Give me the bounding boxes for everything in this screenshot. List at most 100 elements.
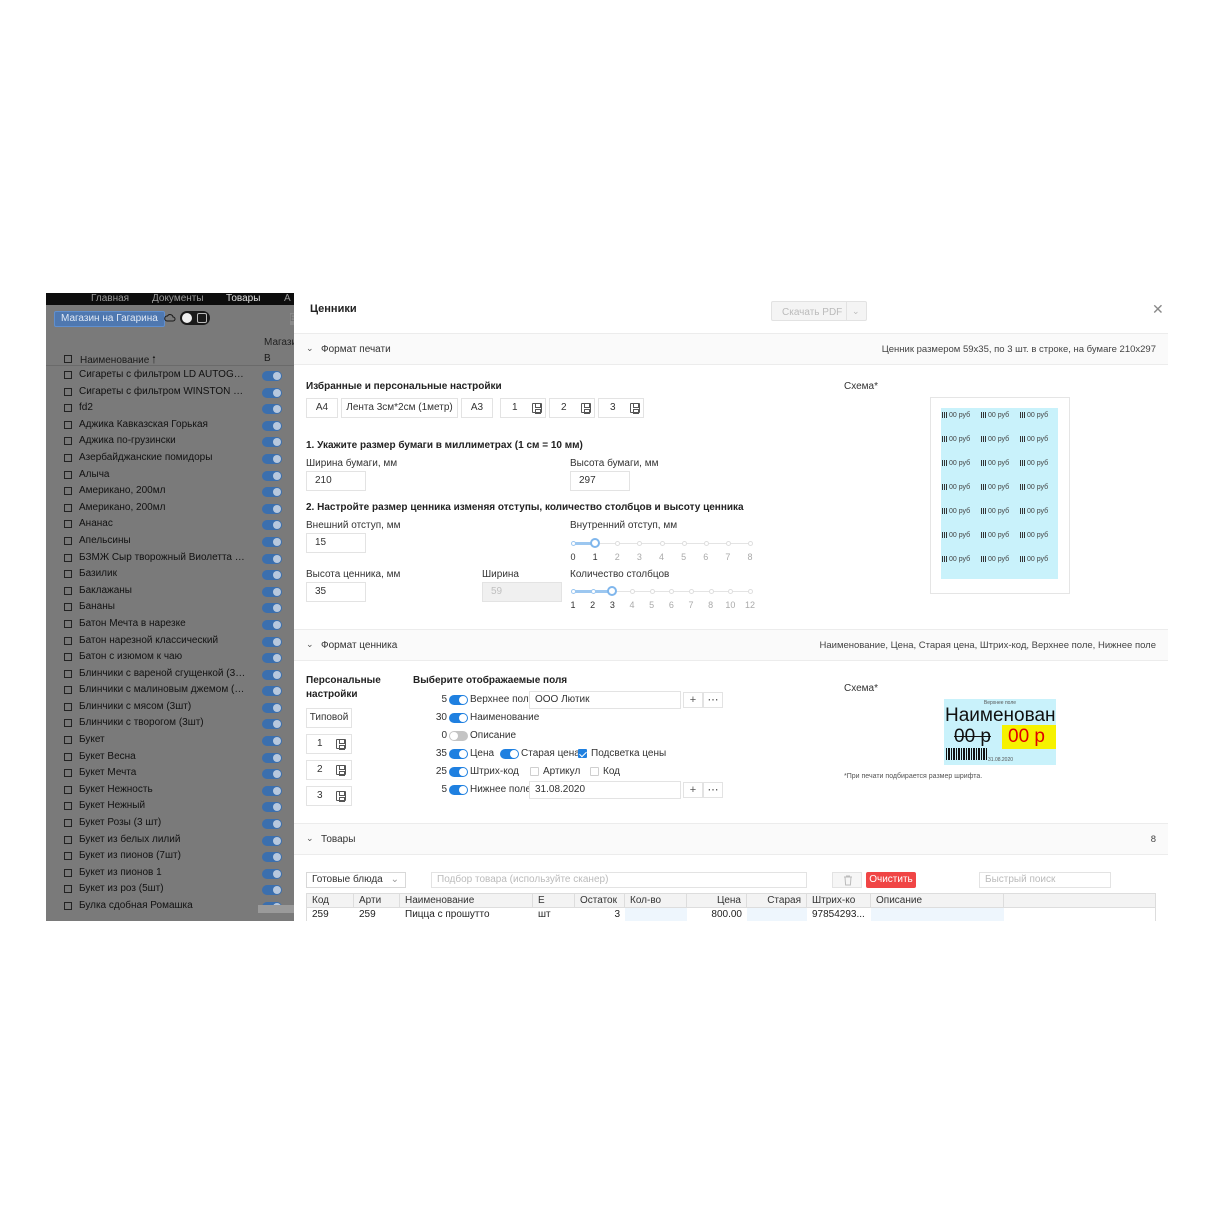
slider-tick-label[interactable]: 4 — [629, 600, 634, 610]
row-toggle[interactable] — [262, 885, 282, 896]
row-checkbox[interactable] — [64, 902, 72, 910]
paper-width-input[interactable]: 210 — [306, 471, 366, 491]
plus-icon[interactable]: + — [683, 692, 703, 708]
select-all-checkbox[interactable] — [64, 355, 72, 363]
row-checkbox[interactable] — [64, 536, 72, 545]
row-checkbox[interactable] — [64, 387, 72, 396]
row-toggle[interactable] — [262, 702, 282, 713]
list-item[interactable]: Букет из белых лилий — [46, 832, 294, 849]
list-item[interactable]: Букет Весна — [46, 749, 294, 766]
slider-step[interactable] — [630, 589, 635, 594]
list-item[interactable]: Батон Мечта в нарезке — [46, 616, 294, 633]
slider-tick-label[interactable]: 2 — [590, 600, 595, 610]
table-row[interactable]: 259 259 Пицца с прошутто шт 3 800.00 978… — [307, 908, 1155, 921]
col-article[interactable]: Арти — [354, 894, 400, 908]
row-checkbox[interactable] — [64, 553, 72, 562]
quick-search-input[interactable]: Быстрый поиск — [979, 872, 1111, 888]
row-toggle[interactable] — [262, 570, 282, 581]
list-item[interactable]: Азербайджанские помидоры — [46, 450, 294, 467]
row-toggle[interactable] — [262, 868, 282, 879]
row-toggle[interactable] — [262, 503, 282, 514]
slider-tick-label[interactable]: 3 — [637, 552, 642, 562]
store-select-button[interactable]: Магазин на Гагарина — [54, 311, 165, 327]
list-item[interactable]: Баклажаны — [46, 583, 294, 600]
slider-step[interactable] — [748, 541, 753, 546]
list-item[interactable]: Апельсины — [46, 533, 294, 550]
row-checkbox[interactable] — [64, 437, 72, 446]
row-toggle[interactable] — [262, 487, 282, 498]
row-checkbox[interactable] — [64, 719, 72, 728]
label-format-header[interactable]: ⌄ Формат ценника Наименование, Цена, Ста… — [294, 629, 1168, 661]
slider-step[interactable] — [637, 541, 643, 546]
slider-step[interactable] — [748, 589, 753, 594]
name-field-toggle[interactable] — [449, 713, 468, 723]
cloud-icon[interactable] — [164, 312, 176, 324]
preset-a4[interactable]: A4 — [306, 398, 338, 418]
cell-old-price[interactable] — [747, 908, 807, 921]
slider-tick-label[interactable]: 6 — [669, 600, 674, 610]
row-toggle[interactable] — [262, 603, 282, 614]
outer-margin-input[interactable]: 15 — [306, 533, 366, 553]
row-checkbox[interactable] — [64, 702, 72, 711]
list-item[interactable]: Батон с изюмом к чаю — [46, 649, 294, 666]
more-icon[interactable]: ⋯ — [703, 692, 723, 708]
row-checkbox[interactable] — [64, 520, 72, 529]
row-checkbox[interactable] — [64, 852, 72, 861]
row-checkbox[interactable] — [64, 570, 72, 579]
slider-handle[interactable] — [607, 586, 618, 596]
top-field-size[interactable]: 5 — [427, 694, 447, 705]
slider-step[interactable] — [615, 541, 621, 546]
delete-button[interactable] — [832, 872, 862, 888]
bottom-field-input[interactable]: 31.08.2020 — [529, 781, 681, 799]
row-checkbox[interactable] — [64, 586, 72, 595]
list-item[interactable]: Булка сдобная Ромашка — [46, 898, 294, 915]
list-item[interactable]: Аджика Кавказская Горькая — [46, 417, 294, 434]
col-name[interactable]: Наименование — [400, 894, 533, 908]
list-item[interactable]: Букет Нежность — [46, 782, 294, 799]
row-toggle[interactable] — [262, 553, 282, 564]
list-item[interactable]: Американо, 200мл — [46, 483, 294, 500]
goods-header[interactable]: ⌄ Товары 8 — [294, 823, 1168, 855]
slider-tick-label[interactable]: 5 — [681, 552, 686, 562]
list-item[interactable]: Алыча — [46, 467, 294, 484]
close-icon[interactable]: ✕ — [1152, 301, 1164, 318]
nav-goods[interactable]: Товары — [226, 293, 260, 305]
list-item[interactable]: Ананас — [46, 516, 294, 533]
save-icon[interactable] — [581, 403, 591, 414]
name-field-size[interactable]: 30 — [427, 712, 447, 723]
slider-tick-label[interactable]: 5 — [649, 600, 654, 610]
old-price-toggle[interactable] — [500, 749, 519, 759]
slider-step[interactable] — [703, 541, 709, 546]
row-checkbox[interactable] — [64, 885, 72, 894]
row-checkbox[interactable] — [64, 603, 72, 612]
slider-tick-label[interactable]: 8 — [708, 600, 713, 610]
col-description[interactable]: Описание — [871, 894, 1004, 908]
columns-slider[interactable]: 1 2 3 4 5 6 7 8 10 12 — [570, 586, 755, 610]
desc-field-toggle[interactable] — [449, 731, 468, 741]
desc-field-size[interactable]: 0 — [427, 730, 447, 741]
slider-step[interactable] — [669, 589, 675, 594]
slider-step[interactable] — [728, 589, 734, 594]
inner-margin-slider[interactable]: 0 1 2 3 4 5 6 7 8 — [570, 538, 753, 562]
bottom-field-size[interactable]: 5 — [427, 784, 447, 795]
row-checkbox[interactable] — [64, 819, 72, 828]
slider-step[interactable] — [659, 541, 665, 546]
row-toggle[interactable] — [262, 470, 282, 481]
slider-tick-label[interactable]: 7 — [688, 600, 693, 610]
row-checkbox[interactable] — [64, 503, 72, 512]
cell-qty[interactable] — [625, 908, 687, 921]
col-qty[interactable]: Кол-во — [625, 894, 687, 908]
slider-step[interactable] — [649, 589, 655, 594]
slider-step[interactable] — [571, 541, 576, 546]
row-toggle[interactable] — [262, 852, 282, 863]
slider-tick-label[interactable]: 12 — [745, 600, 755, 610]
row-toggle[interactable] — [262, 636, 282, 647]
cell-price[interactable]: 800.00 — [687, 908, 747, 921]
print-format-header[interactable]: ⌄ Формат печати Ценник размером 59x35, п… — [294, 333, 1168, 365]
row-toggle[interactable] — [262, 736, 282, 747]
slider-step[interactable] — [708, 589, 714, 594]
list-item[interactable]: Букет — [46, 732, 294, 749]
slider-tick-label[interactable]: 3 — [610, 600, 615, 610]
mode-toggle[interactable] — [180, 311, 210, 325]
slider-step[interactable] — [681, 541, 687, 546]
